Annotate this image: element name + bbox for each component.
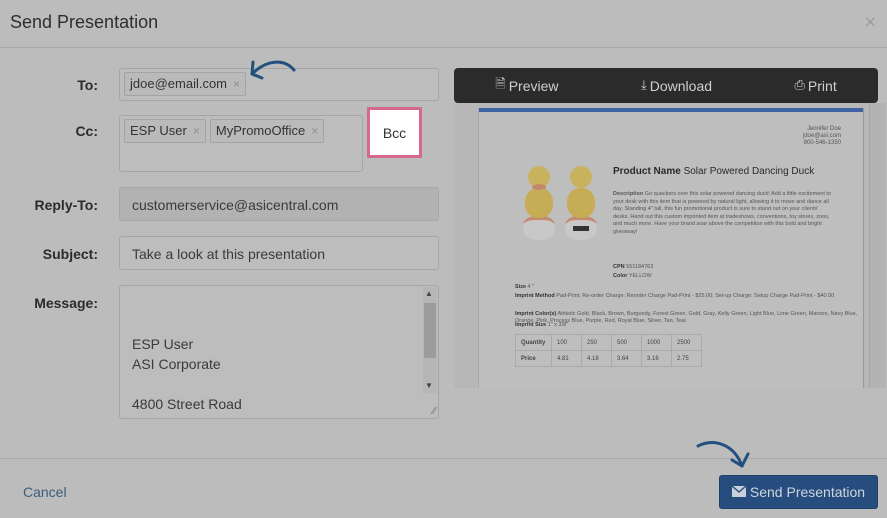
- print-icon: ⎙: [794, 78, 805, 93]
- reply-to-label: Reply-To:: [34, 197, 98, 213]
- quantity-header: Quantity: [515, 334, 552, 351]
- cpn-value: 551184763: [626, 264, 654, 270]
- table-row: Quantity 100 250 500 1000 2500: [515, 334, 702, 351]
- recipient-tag: MyPromoOffice ×: [209, 119, 325, 143]
- price-cell: 2.75: [671, 350, 702, 367]
- price-cell: 3.64: [611, 350, 642, 367]
- download-button[interactable]: ⤓ Download: [635, 77, 718, 95]
- to-input[interactable]: jdoe@email.com ×: [119, 68, 439, 101]
- quantity-cell: 500: [611, 334, 642, 351]
- price-cell: 4.81: [551, 350, 582, 367]
- modal-header: Send Presentation ×: [0, 0, 887, 48]
- product-title: Product Name Solar Powered Dancing Duck: [613, 166, 823, 178]
- send-presentation-button[interactable]: Send Presentation: [719, 475, 878, 509]
- cpn-label: CPN: [613, 264, 625, 270]
- remove-tag-icon[interactable]: ×: [233, 77, 240, 91]
- quantity-cell: 100: [551, 334, 582, 351]
- contact-phone: 800-546-1350: [803, 140, 841, 146]
- message-line: ASI Corporate: [132, 356, 221, 372]
- close-icon[interactable]: ×: [864, 12, 877, 31]
- message-content: ESP User ASI Corporate 4800 Street Road …: [132, 334, 250, 418]
- product-imprint-size: Imprint Size 1" x 3/8": [515, 322, 568, 329]
- recipient-tag-label: ESP User: [130, 123, 187, 138]
- contact-info: Jennifer Doe jdoe@asi.com 800-546-1350: [803, 126, 841, 147]
- preview-scrollbar[interactable]: [869, 103, 886, 388]
- modal-title: Send Presentation: [10, 12, 159, 32]
- scroll-down-icon[interactable]: ▼: [425, 381, 433, 390]
- cancel-button[interactable]: Cancel: [23, 484, 67, 500]
- product-size: Size 4 ": [515, 284, 534, 291]
- price-table: Quantity 100 250 500 1000 2500 Price 4.8…: [515, 334, 702, 367]
- recipient-tag-label: MyPromoOffice: [215, 123, 306, 138]
- product-name-label: Product Name: [613, 166, 681, 177]
- imprint-size-value: 1" x 3/8": [547, 322, 569, 328]
- scroll-thumb[interactable]: [424, 303, 436, 358]
- print-button[interactable]: ⎙ Print: [789, 77, 843, 95]
- scroll-up-icon[interactable]: ▲: [425, 289, 433, 298]
- message-scrollbar[interactable]: ▲ ▼: [423, 287, 437, 393]
- modal-footer: Cancel Send Presentation: [0, 458, 887, 518]
- color-value: YELLOW: [628, 273, 652, 279]
- message-line: 4800 Street Road: [132, 396, 242, 412]
- product-image-front: [521, 166, 557, 244]
- price-header: Price: [515, 350, 552, 367]
- quantity-cell: 2500: [671, 334, 702, 351]
- product-imprint-method: Imprint Method Pad-Print; Re-order Charg…: [515, 293, 860, 300]
- envelope-icon: [731, 484, 747, 500]
- remove-tag-icon[interactable]: ×: [193, 124, 200, 138]
- imprint-method-value: Pad-Print; Re-order Charge: Reorder Char…: [556, 293, 835, 299]
- message-line: Trevose, PA 19053: [132, 414, 250, 418]
- message-label: Message:: [34, 295, 98, 311]
- reply-to-input[interactable]: customerservice@asicentral.com: [119, 187, 439, 221]
- description-label: Description: [613, 191, 644, 197]
- resize-grip-icon[interactable]: ⁄⁄: [433, 406, 436, 417]
- price-cell: 3.16: [641, 350, 672, 367]
- product-description: Description Go quackers over this solar …: [613, 191, 835, 236]
- recipient-tag: ESP User ×: [124, 119, 206, 143]
- contact-name: Jennifer Doe: [806, 126, 841, 132]
- product-name: Solar Powered Dancing Duck: [683, 166, 815, 177]
- print-label: Print: [807, 77, 837, 94]
- size-label: Size: [515, 284, 527, 290]
- subject-input[interactable]: Take a look at this presentation: [119, 236, 439, 270]
- imprint-size-label: Imprint Size: [515, 322, 547, 328]
- recipient-tag: jdoe@email.com ×: [124, 72, 247, 96]
- preview-button[interactable]: 🗎 Preview: [489, 74, 564, 98]
- color-label: Color: [613, 273, 628, 279]
- remove-tag-icon[interactable]: ×: [311, 124, 318, 138]
- bcc-button[interactable]: Bcc: [367, 107, 422, 158]
- send-label: Send Presentation: [749, 484, 866, 500]
- price-cell: 4.18: [581, 350, 612, 367]
- download-label: Download: [649, 77, 713, 94]
- product-image-back: [563, 166, 599, 244]
- message-textarea[interactable]: ESP User ASI Corporate 4800 Street Road …: [119, 285, 439, 419]
- cc-label: Cc:: [75, 123, 98, 139]
- preview-label: Preview: [508, 77, 559, 94]
- table-row: Price 4.81 4.18 3.64 3.16 2.75: [515, 350, 702, 367]
- preview-toolbar: 🗎 Preview ⤓ Download ⎙ Print: [454, 68, 878, 103]
- quantity-cell: 250: [581, 334, 612, 351]
- message-line: ESP User: [132, 336, 194, 352]
- preview-page: Jennifer Doe jdoe@asi.com 800-546-1350 P…: [478, 108, 864, 388]
- size-value: 4 ": [527, 284, 535, 290]
- page-header-bar: [479, 108, 863, 112]
- product-color: Color YELLOW: [613, 273, 652, 280]
- subject-value: Take a look at this presentation: [132, 246, 326, 262]
- to-label: To:: [77, 77, 98, 93]
- message-line-blank: [132, 374, 250, 394]
- reply-to-value: customerservice@asicentral.com: [132, 197, 339, 213]
- cc-input[interactable]: ESP User × MyPromoOffice ×: [119, 115, 363, 172]
- subject-label: Subject:: [42, 246, 98, 262]
- imprint-colors-label: Imprint Color(s): [515, 311, 557, 317]
- imprint-method-label: Imprint Method: [515, 293, 555, 299]
- contact-email: jdoe@asi.com: [802, 133, 841, 139]
- presentation-preview[interactable]: Jennifer Doe jdoe@asi.com 800-546-1350 P…: [454, 103, 886, 388]
- product-cpn: CPN 551184763: [613, 264, 653, 271]
- quantity-cell: 1000: [641, 334, 672, 351]
- file-icon: 🗎: [495, 76, 506, 92]
- download-icon: ⤓: [641, 78, 647, 93]
- description-text: Go quackers over this solar powered danc…: [613, 191, 831, 235]
- recipient-tag-label: jdoe@email.com: [130, 76, 228, 91]
